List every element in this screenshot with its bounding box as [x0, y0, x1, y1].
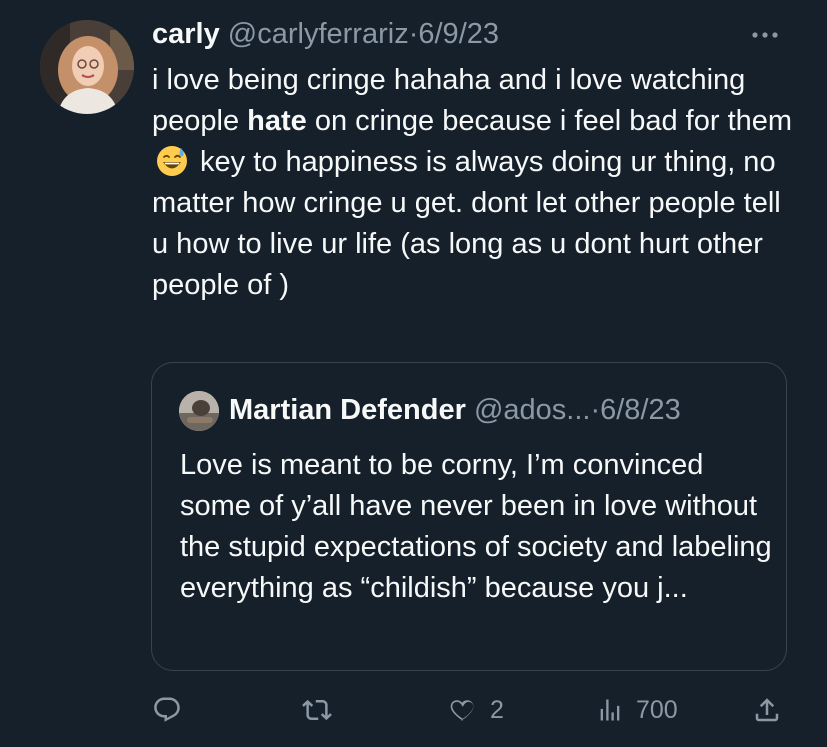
reply-button[interactable] [152, 688, 194, 732]
like-button[interactable]: 2 [448, 688, 504, 732]
heart-icon [450, 700, 474, 721]
tweet-text: i love being cringe hahaha and i love wa… [152, 60, 802, 306]
tweet-header: carly @carlyferrariz·6/9/23 [152, 16, 499, 52]
quoted-header-separator: · [590, 394, 601, 426]
quoted-tweet-date: 6/8/23 [600, 394, 681, 426]
author-handle[interactable]: @carlyferrariz [228, 18, 409, 50]
tweet-text-part-3: key to happiness is always doing ur thin… [152, 146, 781, 301]
quoted-tweet[interactable]: Martian Defender @ados...·6/8/23 Love is… [151, 362, 787, 671]
share-button[interactable] [752, 688, 794, 732]
quoted-tweet-header: Martian Defender @ados...·6/8/23 [229, 392, 681, 428]
tweet-date[interactable]: 6/9/23 [418, 18, 499, 50]
quoted-author-handle: @ados... [473, 394, 591, 426]
views-count: 700 [636, 695, 678, 724]
tweet-actions-bar: 2 700 [0, 688, 827, 732]
grinning-face-with-sweat-icon [157, 146, 187, 176]
views-button[interactable]: 700 [596, 688, 678, 732]
views-icon [600, 699, 620, 721]
more-options-button[interactable] [745, 20, 785, 50]
header-separator: · [408, 18, 419, 50]
author-avatar[interactable] [40, 20, 134, 114]
quoted-author-avatar[interactable] [179, 391, 219, 431]
retweet-icon [302, 699, 332, 721]
author-display-name[interactable]: carly [152, 18, 220, 50]
more-horizontal-icon [752, 32, 778, 38]
quoted-tweet-text: Love is meant to be corny, I’m convinced… [180, 449, 772, 604]
tweet: carly @carlyferrariz·6/9/23 i love being… [0, 0, 827, 747]
retweet-button[interactable] [302, 688, 344, 732]
quoted-author-display-name: Martian Defender [229, 394, 466, 426]
reply-icon [154, 697, 180, 722]
share-icon [755, 698, 779, 722]
tweet-text-part-2: on cringe because i feel bad for them [306, 105, 793, 137]
tweet-text-bold: hate [247, 105, 307, 137]
like-count: 2 [490, 695, 504, 724]
